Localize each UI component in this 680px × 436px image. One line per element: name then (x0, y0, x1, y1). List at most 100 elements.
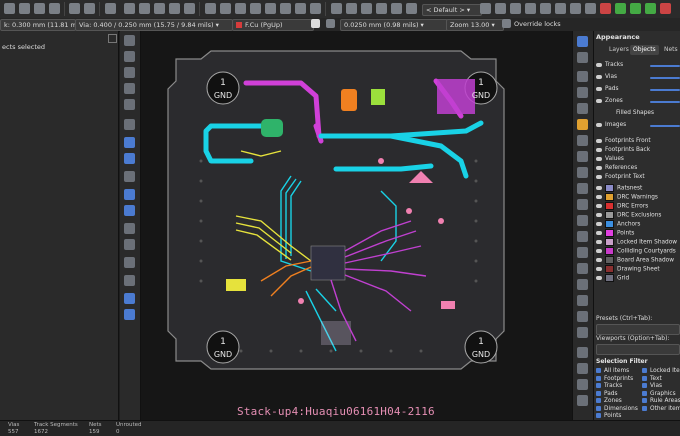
checkbox-icon[interactable] (596, 398, 601, 403)
drc-markers-icon[interactable] (124, 257, 135, 268)
checkbox-icon[interactable] (596, 390, 601, 396)
layer-pair-icon[interactable] (311, 19, 320, 28)
3d-viewer-icon[interactable] (585, 3, 596, 14)
rotate-cw-icon[interactable] (220, 3, 231, 14)
curved-ratsnest-icon[interactable] (124, 153, 135, 164)
plugin-green-3-icon[interactable] (645, 3, 656, 14)
object-row-drawing-sheet[interactable]: Drawing Sheet (596, 265, 660, 273)
ruler-icon[interactable] (124, 51, 135, 62)
mirror-horizontal-icon[interactable] (235, 3, 246, 14)
checkbox-icon[interactable] (596, 375, 601, 381)
color-swatch[interactable] (605, 220, 614, 228)
object-row-images[interactable]: Images (596, 121, 626, 130)
checkbox-icon[interactable] (642, 383, 647, 388)
zoom-out-icon[interactable] (154, 3, 165, 14)
measure-icon[interactable] (577, 395, 588, 406)
open-icon[interactable] (19, 3, 30, 14)
eye-icon[interactable] (596, 195, 602, 199)
add-via-icon[interactable] (577, 119, 588, 130)
netlist-icon[interactable] (331, 3, 342, 14)
ungroup-icon[interactable] (310, 3, 321, 14)
show-pads-icon[interactable] (124, 171, 135, 182)
eye-icon[interactable] (596, 276, 602, 280)
local-ratsnest-icon[interactable] (577, 52, 588, 63)
units-in-icon[interactable] (124, 99, 135, 110)
selection-filter-icon[interactable] (124, 309, 135, 320)
pads-opacity-slider[interactable] (650, 89, 680, 91)
scripting-icon[interactable] (600, 3, 611, 14)
fill-zones-view-icon[interactable] (124, 189, 135, 200)
eye-icon[interactable] (596, 62, 602, 67)
print-icon[interactable] (34, 3, 45, 14)
tune-length-icon[interactable] (510, 3, 521, 14)
object-row-colliding-courtyards[interactable]: Colliding Courtyards (596, 247, 676, 255)
checkbox-icon[interactable] (596, 368, 601, 373)
plugin-green-2-icon[interactable] (630, 3, 641, 14)
object-row-ratsnest[interactable]: Ratsnest (596, 184, 642, 192)
checkbox-icon[interactable] (642, 375, 647, 381)
eye-icon[interactable] (596, 174, 602, 179)
object-row-locked-item-shadow[interactable]: Locked Item Shadow (596, 238, 677, 246)
rotate-ccw-icon[interactable] (205, 3, 216, 14)
grid-icon[interactable] (326, 19, 335, 28)
color-swatch[interactable] (605, 238, 614, 246)
draw-bezier-icon[interactable] (577, 247, 588, 258)
zoom-fit-icon[interactable] (169, 3, 180, 14)
color-swatch[interactable] (605, 211, 614, 219)
unfill-zones-icon[interactable] (540, 3, 551, 14)
checkbox-icon[interactable] (642, 405, 647, 411)
tracks-opacity-slider[interactable] (650, 65, 680, 67)
drc-icon[interactable] (391, 3, 402, 14)
lock-icon[interactable] (265, 3, 276, 14)
undo-icon[interactable] (69, 3, 80, 14)
draw-circle-icon[interactable] (577, 215, 588, 226)
layers-manager-icon[interactable] (124, 275, 135, 286)
eye-icon[interactable] (596, 222, 602, 226)
eye-icon[interactable] (596, 98, 602, 103)
zoom-in-icon[interactable] (139, 3, 150, 14)
color-swatch[interactable] (605, 265, 614, 273)
zoom-select[interactable]: Zoom 13.00 ▾ (446, 19, 504, 31)
units-mil-icon[interactable] (124, 83, 135, 94)
high-contrast-icon[interactable] (124, 223, 135, 234)
object-row-filled-shapes[interactable]: Filled Shapes (616, 109, 654, 118)
add-zone-icon[interactable] (577, 135, 588, 146)
checkbox-icon[interactable] (596, 413, 601, 418)
eye-icon[interactable] (596, 258, 602, 262)
checkbox-icon[interactable] (642, 398, 647, 403)
eye-icon[interactable] (596, 204, 602, 208)
tab-nets[interactable]: Nets (661, 45, 680, 55)
object-row-values[interactable]: Values (596, 155, 624, 163)
tab-layers[interactable]: Layers (606, 45, 632, 55)
eye-icon[interactable] (596, 213, 602, 217)
add-rule-area-icon[interactable] (577, 151, 588, 162)
color-swatch[interactable] (605, 184, 614, 192)
panel-close-icon[interactable] (108, 34, 117, 43)
draw-arc-icon[interactable] (577, 183, 588, 194)
override-locks-label[interactable]: Override locks (514, 20, 561, 28)
checkbox-icon[interactable] (642, 390, 647, 396)
eye-icon[interactable] (596, 74, 602, 79)
via-size-select[interactable]: Via: 0.400 / 0.250 mm (15.75 / 9.84 mils… (75, 19, 233, 31)
color-swatch[interactable] (605, 193, 614, 201)
eye-icon[interactable] (596, 86, 602, 91)
object-row-points[interactable]: Points (596, 229, 634, 237)
object-row-footprint-text[interactable]: Footprint Text (596, 173, 645, 181)
add-dimension-icon[interactable] (577, 327, 588, 338)
tab-objects[interactable]: Objects (630, 45, 659, 55)
object-row-pads[interactable]: Pads (596, 85, 619, 94)
preset-select[interactable]: < Default > ▾ (422, 4, 482, 16)
plugin-red-icon[interactable] (660, 3, 671, 14)
group-icon[interactable] (295, 3, 306, 14)
cursor-icon[interactable] (124, 119, 135, 130)
delete-icon[interactable] (577, 347, 588, 358)
eye-icon[interactable] (596, 165, 602, 170)
plot-icon[interactable] (49, 3, 60, 14)
grid-select[interactable]: 0.0250 mm (0.98 mils) ▾ (340, 19, 448, 31)
object-row-grid[interactable]: Grid (596, 274, 629, 282)
route-diff-pair-icon[interactable] (577, 103, 588, 114)
ratsnest-icon[interactable] (124, 137, 135, 148)
object-row-board-area-shadow[interactable]: Board Area Shadow (596, 256, 674, 264)
update-pcb-icon[interactable] (376, 3, 387, 14)
add-table-icon[interactable] (577, 311, 588, 322)
